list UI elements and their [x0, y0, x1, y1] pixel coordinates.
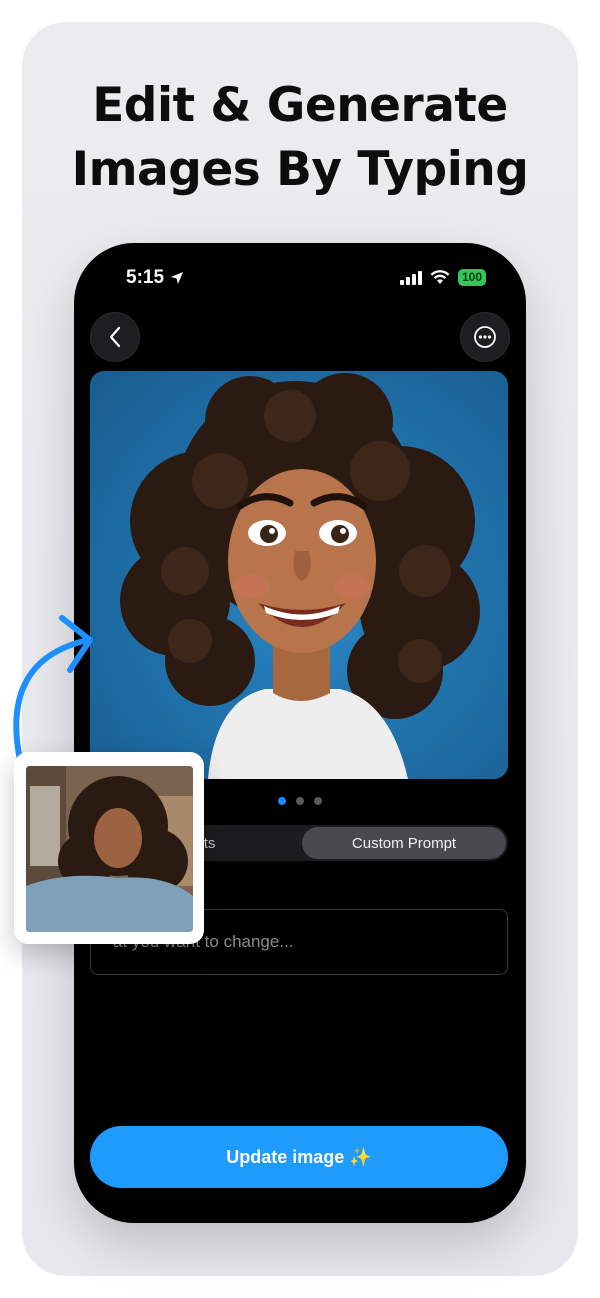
update-image-button[interactable]: Update image ✨ — [90, 1126, 508, 1188]
original-photo — [26, 766, 193, 932]
wifi-icon — [430, 270, 450, 284]
headline: Edit & Generate Images By Typing — [0, 74, 600, 202]
tab-custom-prompt[interactable]: Custom Prompt — [302, 827, 506, 859]
generated-image[interactable] — [90, 371, 508, 779]
cartoon-portrait-illustration — [120, 373, 480, 779]
carousel-dot-3[interactable] — [314, 797, 322, 805]
headline-line-1: Edit & Generate — [92, 78, 508, 133]
curved-arrow-icon — [13, 615, 93, 763]
status-time-text: 5:15 — [126, 267, 165, 288]
carousel-dot-2[interactable] — [296, 797, 304, 805]
original-selfie-illustration — [26, 766, 193, 932]
phone-frame: 5:15 100 Custom Prompt at you want to ch… — [74, 243, 526, 1223]
status-time: 5:15 — [126, 267, 184, 289]
status-indicators: 100 — [399, 269, 486, 286]
original-photo-card — [14, 752, 204, 944]
headline-line-2: Images By Typing — [71, 142, 529, 197]
carousel-dot-1[interactable] — [278, 797, 286, 805]
chevron-left-icon — [109, 326, 121, 348]
tab-custom-prompt-label: Custom Prompt — [351, 834, 457, 852]
update-image-label: Update image ✨ — [226, 1146, 372, 1167]
battery-indicator: 100 — [457, 269, 486, 286]
back-button[interactable] — [90, 312, 140, 362]
more-options-button[interactable] — [460, 312, 510, 362]
ellipsis-circle-icon — [474, 326, 496, 348]
location-arrow-icon — [171, 272, 184, 284]
cellular-signal-icon — [399, 270, 422, 285]
